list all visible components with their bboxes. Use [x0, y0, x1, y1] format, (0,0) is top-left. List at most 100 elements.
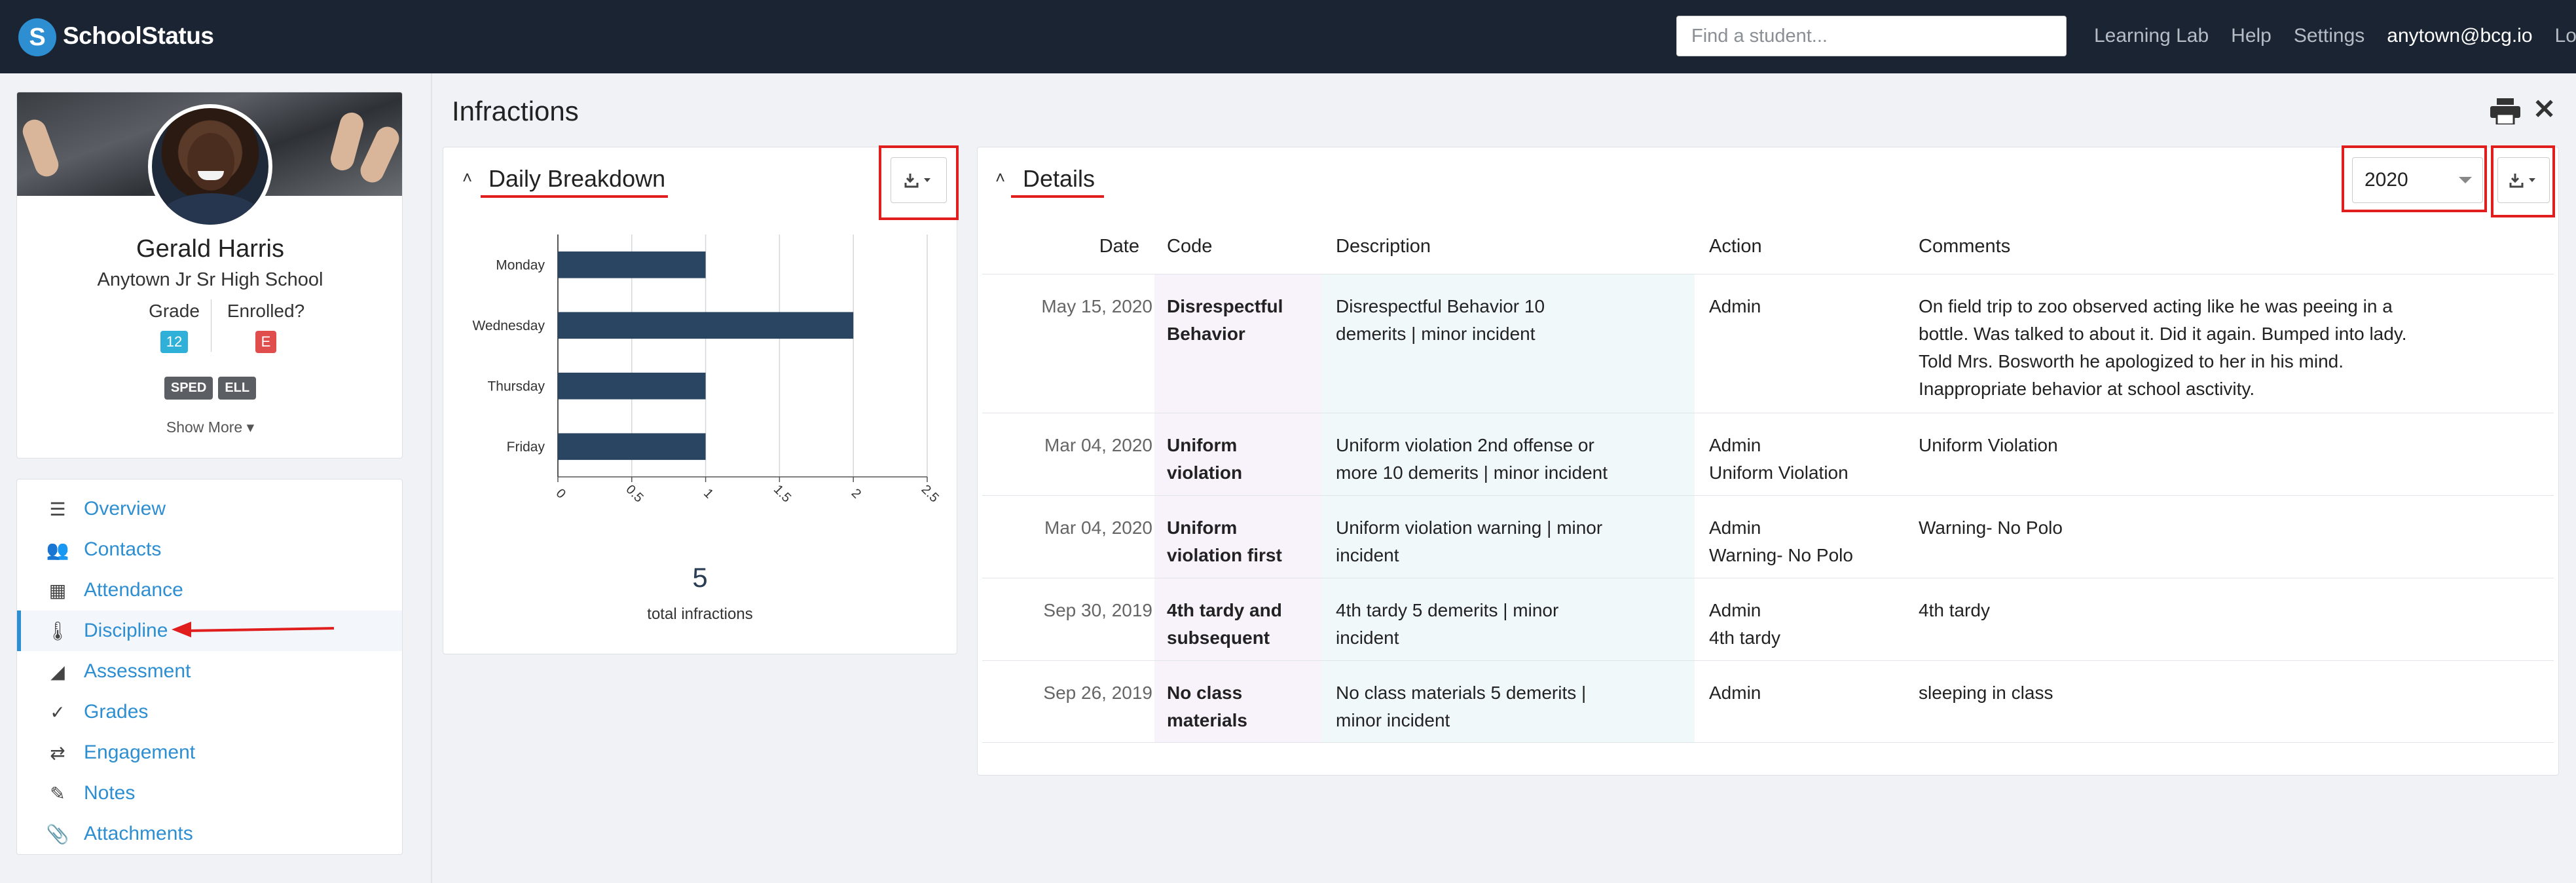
logout-link[interactable]: Logout: [2555, 25, 2576, 47]
cell-comments-line: On field trip to zoo observed acting lik…: [1919, 296, 2393, 316]
sidebar-item-grades[interactable]: ✓ Grades: [17, 692, 402, 732]
contacts-icon: 👥: [46, 539, 69, 560]
cell-date: May 15, 2020: [1041, 296, 1152, 316]
sidebar-item-attendance[interactable]: ▦ Attendance: [17, 570, 402, 611]
table-row[interactable]: Mar 04, 2020 Uniform violation Uniform viol…: [982, 413, 2554, 495]
table-row[interactable]: Sep 26, 2019 No class materials No class ma…: [982, 660, 2554, 743]
collapse-caret-icon[interactable]: ˄: [995, 168, 1005, 188]
nav-link-learning-lab[interactable]: Learning Lab: [2094, 25, 2209, 47]
cell-action: Admin 4th tardy: [1709, 597, 1905, 652]
cell-description-line: Uniform violation warning | minor: [1336, 517, 1603, 538]
chart-bar[interactable]: [558, 251, 706, 278]
column-header-comments[interactable]: Comments: [1919, 236, 2010, 257]
sidebar-item-engagement[interactable]: ⇄ Engagement: [17, 732, 402, 773]
student-avatar: [148, 104, 272, 229]
tag-ell: ELL: [218, 377, 257, 400]
column-header-date[interactable]: Date: [982, 236, 1139, 257]
details-title: Details: [1023, 165, 1095, 192]
cell-action: Admin Uniform Violation: [1709, 432, 1905, 487]
cell-comments-line: Uniform Violation: [1919, 435, 2058, 455]
chart-category-labels: Monday Wednesday Thursday Friday: [472, 257, 545, 455]
cell-description-line: more 10 demerits | minor incident: [1336, 462, 1608, 483]
print-icon[interactable]: [2490, 98, 2520, 124]
chart-category-label: Wednesday: [472, 318, 545, 333]
enrolled-badge: E: [255, 331, 276, 353]
cell-comments: Warning- No Polo: [1919, 514, 2442, 542]
user-email-menu[interactable]: anytown@bcg.io: [2387, 25, 2532, 47]
cell-code: Uniform violation first: [1167, 514, 1317, 569]
cell-comments: 4th tardy: [1919, 597, 2442, 624]
top-navbar: S SchoolStatus Learning Lab Help Setting…: [0, 0, 2576, 73]
stat-divider: [211, 299, 212, 352]
chart-bar[interactable]: [558, 312, 854, 339]
sidebar-item-label: Discipline: [84, 620, 168, 641]
collapse-caret-icon[interactable]: ˄: [462, 168, 472, 188]
nav-link-help[interactable]: Help: [2231, 25, 2272, 47]
sidebar-item-contacts[interactable]: 👥 Contacts: [17, 529, 402, 570]
total-infractions-label: total infractions: [647, 605, 753, 623]
cell-description-line: Uniform violation 2nd offense or: [1336, 435, 1594, 455]
cell-comments-line: Told Mrs. Bosworth he apologized to her …: [1919, 351, 2344, 371]
cell-code-line: Uniform: [1167, 517, 1238, 538]
student-tags: SPED ELL: [17, 377, 402, 400]
arrows-icon: ⇄: [50, 742, 65, 763]
total-infractions-value: 5: [692, 562, 708, 593]
chart-x-tick-label: 2: [849, 486, 864, 501]
schoolstatus-logo-icon[interactable]: S: [18, 18, 56, 56]
sidebar-item-attachments[interactable]: 📎 Attachments: [17, 814, 402, 854]
cell-description: 4th tardy 5 demerits | minor incident: [1336, 597, 1676, 652]
cell-description-line: incident: [1336, 545, 1399, 565]
cell-action-line: Admin: [1709, 683, 1761, 703]
cell-comments-line: sleeping in class: [1919, 683, 2053, 703]
chart-x-tick-label: 0.5: [623, 482, 646, 505]
sidebar-item-label: Contacts: [84, 538, 162, 560]
table-row[interactable]: Mar 04, 2020 Uniform violation first Unifor…: [982, 495, 2554, 578]
page-title: Infractions: [452, 96, 579, 126]
cell-comments: Uniform Violation: [1919, 432, 2442, 459]
cell-code-line: No class: [1167, 683, 1243, 703]
cell-code-line: Behavior: [1167, 324, 1245, 344]
cell-code-line: Uniform: [1167, 435, 1238, 455]
column-header-action[interactable]: Action: [1709, 236, 1762, 257]
table-row[interactable]: May 15, 2020 Disrespectful Behavior Disresp…: [982, 274, 2554, 413]
cell-comments: sleeping in class: [1919, 679, 2442, 707]
cell-comments: On field trip to zoo observed acting lik…: [1919, 293, 2442, 403]
cell-description: Disrespectful Behavior 10 demerits | mino…: [1336, 293, 1676, 348]
grade-badge: 12: [160, 331, 188, 353]
sidebar-item-overview[interactable]: ☰ Overview: [17, 489, 402, 529]
show-more-toggle[interactable]: Show More ▾: [17, 419, 402, 436]
sidebar-item-label: Overview: [84, 498, 166, 519]
cell-action-line: Admin: [1709, 517, 1761, 538]
chart-icon: ◢: [50, 661, 65, 682]
tag-sped: SPED: [164, 377, 213, 400]
chart-bar[interactable]: [558, 372, 706, 400]
student-name: Gerald Harris: [136, 235, 284, 263]
sidebar-item-notes[interactable]: ✎ Notes: [17, 773, 402, 814]
student-search-input[interactable]: [1676, 16, 2067, 56]
top-nav-links: Learning Lab Help Settings anytown@bcg.i…: [2094, 25, 2576, 47]
close-icon[interactable]: ✕: [2533, 93, 2556, 125]
sidebar-item-label: Assessment: [84, 660, 191, 682]
sidebar-item-assessment[interactable]: ◢ Assessment: [17, 651, 402, 692]
table-row[interactable]: Sep 30, 2019 4th tardy and subsequent 4th t…: [982, 578, 2554, 660]
column-header-description[interactable]: Description: [1336, 236, 1431, 257]
chart-x-tick-label: 1.5: [771, 482, 794, 505]
daily-breakdown-chart: Monday Wednesday Thursday Friday 0 0.5 1 1.5 2 2…: [472, 235, 942, 505]
enrolled-label: Enrolled?: [227, 301, 305, 321]
cell-comments-line: 4th tardy: [1919, 600, 1990, 620]
column-header-code[interactable]: Code: [1167, 236, 1212, 257]
cell-code-line: violation: [1167, 462, 1243, 483]
chart-x-tick-label: 2.5: [919, 482, 942, 505]
sidebar-item-label: Attendance: [84, 579, 183, 601]
cell-action: Admin: [1709, 679, 1905, 707]
nav-link-settings[interactable]: Settings: [2294, 25, 2364, 47]
cell-description-line: incident: [1336, 628, 1399, 648]
app-title[interactable]: SchoolStatus: [63, 22, 214, 50]
grade-label: Grade: [149, 301, 200, 321]
cell-action-line: Warning- No Polo: [1709, 545, 1853, 565]
chart-x-tick-label: 0: [553, 486, 568, 501]
chart-bar[interactable]: [558, 433, 706, 460]
cell-action-line: 4th tardy: [1709, 628, 1780, 648]
cell-action: Admin Warning- No Polo: [1709, 514, 1905, 569]
cell-code-line: Disrespectful: [1167, 296, 1283, 316]
